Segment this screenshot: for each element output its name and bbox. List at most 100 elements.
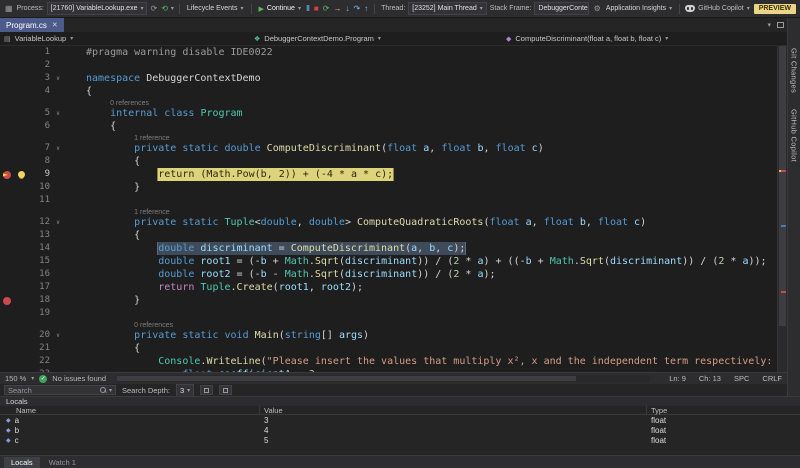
fold-chevron-icon[interactable]: ∨: [52, 216, 64, 229]
bottom-tab-watch-1[interactable]: Watch 1: [42, 457, 83, 468]
breakpoint-margin[interactable]: [0, 85, 16, 98]
code-line-6[interactable]: 6 {: [0, 120, 777, 133]
breakpoint-margin[interactable]: [0, 120, 16, 133]
editor-scrollbar[interactable]: [777, 46, 787, 372]
code-line-11[interactable]: 11: [0, 194, 777, 207]
code-line-9[interactable]: ► 9 return (Math.Pow(b, 2)) + (-4 * a * c…: [0, 168, 777, 181]
fold-chevron-icon[interactable]: ∨: [52, 107, 64, 120]
code-line-10[interactable]: 10 }: [0, 181, 777, 194]
code-line-5[interactable]: 5 ∨ internal class Program: [0, 107, 777, 120]
code-line-20[interactable]: 20 ∨ private static void Main(string[] ar…: [0, 329, 777, 342]
codelens-references-link[interactable]: 0 references: [134, 322, 173, 329]
horizontal-scrollbar-thumb[interactable]: [117, 376, 576, 381]
code-line-19[interactable]: 19: [0, 307, 777, 320]
chevron-down-icon[interactable]: ▾: [747, 5, 750, 12]
chevron-down-icon[interactable]: ▾: [31, 375, 34, 382]
code-line-3[interactable]: 3 ∨ namespace DebuggerContextDemo: [0, 72, 777, 85]
codelens-references-link[interactable]: 1 reference: [134, 135, 169, 142]
breadcrumb-type-dropdown[interactable]: ❖ DebuggerContextDemo.Program ▾: [254, 34, 506, 43]
bottom-tab-locals[interactable]: Locals: [4, 456, 40, 468]
breakpoint-margin[interactable]: [0, 255, 16, 268]
close-icon[interactable]: ✕: [52, 21, 58, 29]
spaces-indicator[interactable]: SPC: [734, 374, 749, 383]
stop-debugging-icon[interactable]: ■: [313, 2, 320, 16]
fold-chevron-icon[interactable]: ∨: [52, 329, 64, 342]
breadcrumb-project-dropdown[interactable]: ▤ VariableLookup ▾: [4, 34, 254, 43]
lifecycle-events-dropdown[interactable]: Lifecycle Events ▾: [185, 5, 246, 12]
panel-option-button[interactable]: [219, 385, 233, 395]
code-line-12[interactable]: 12 ∨ private static Tuple<double, double>…: [0, 216, 777, 229]
tab-program-cs[interactable]: Program.cs ✕: [0, 18, 64, 32]
process-dropdown[interactable]: [21760] VariableLookup.exe ▾: [46, 2, 148, 15]
search-depth-dropdown[interactable]: 3 ▾: [175, 383, 195, 397]
continue-button[interactable]: ▶ Continue ▾: [257, 5, 303, 13]
current-statement-glyph[interactable]: ►: [0, 168, 16, 181]
process-grid-icon[interactable]: ▦: [4, 2, 14, 16]
locals-row[interactable]: ◆ c 5 float: [0, 435, 800, 445]
breakpoint-glyph[interactable]: [0, 294, 16, 307]
breadcrumb-member-dropdown[interactable]: ◆ ComputeDiscriminant(float a, float b, f…: [506, 34, 783, 43]
code-editor[interactable]: 1 #pragma warning disable IDE0022 2 3 ∨ names…: [0, 46, 787, 372]
breakpoint-margin[interactable]: [0, 194, 16, 207]
column-header-type[interactable]: Type: [647, 406, 800, 415]
breakpoint-margin[interactable]: [0, 281, 16, 294]
code-line-4[interactable]: 4{: [0, 85, 777, 98]
breakpoint-margin[interactable]: [0, 242, 16, 255]
breakpoint-margin[interactable]: [0, 72, 16, 85]
horizontal-scrollbar[interactable]: [117, 375, 651, 382]
step-over-icon[interactable]: ↷: [352, 2, 361, 16]
code-line-2[interactable]: 2: [0, 59, 777, 72]
chevron-down-icon[interactable]: ▾: [171, 5, 174, 12]
code-line-15[interactable]: 15 double root1 = (-b + Math.Sqrt(discri…: [0, 255, 777, 268]
hot-reload-icon[interactable]: ⟲: [160, 2, 169, 16]
code-line-16[interactable]: 16 double root2 = (-b - Math.Sqrt(discri…: [0, 268, 777, 281]
refresh-icon[interactable]: ⟳: [149, 2, 158, 16]
side-tab-git-changes[interactable]: Git Changes: [790, 48, 799, 93]
search-input[interactable]: Search ▾: [4, 385, 116, 395]
side-tab-github-copilot[interactable]: GitHub Copilot: [790, 109, 799, 162]
document-list-dropdown-icon[interactable]: ▾: [764, 18, 774, 32]
breakpoint-margin[interactable]: [0, 342, 16, 355]
variable-value[interactable]: 4: [260, 426, 647, 435]
step-out-icon[interactable]: ↑: [363, 2, 369, 16]
fold-chevron-icon[interactable]: ∨: [52, 142, 64, 155]
thread-dropdown[interactable]: [23252] Main Thread ▾: [408, 2, 487, 15]
break-all-icon[interactable]: Ⅱ: [305, 2, 311, 16]
gear-icon[interactable]: ⚙: [593, 2, 602, 16]
code-line-22[interactable]: 22 Console.WriteLine("Please insert the …: [0, 355, 777, 368]
restart-icon[interactable]: ⟳: [322, 2, 331, 16]
fold-chevron-icon[interactable]: ∨: [52, 72, 64, 85]
locals-row[interactable]: ◆ b 4 float: [0, 425, 800, 435]
locals-title-bar[interactable]: Locals: [0, 396, 800, 406]
stack-frame-dropdown[interactable]: DebuggerContextDemo.Program.Comput▾: [534, 2, 589, 15]
code-line-17[interactable]: 17 return Tuple.Create(root1, root2);: [0, 281, 777, 294]
line-ending-indicator[interactable]: CRLF: [762, 374, 782, 383]
breakpoint-margin[interactable]: [0, 355, 16, 368]
code-line-7[interactable]: 7 ∨ private static double ComputeDiscrimi…: [0, 142, 777, 155]
lightbulb-icon[interactable]: [17, 171, 25, 178]
code-line-18[interactable]: 18 }: [0, 294, 777, 307]
step-into-icon[interactable]: ↓: [344, 2, 350, 16]
breakpoint-margin[interactable]: [0, 181, 16, 194]
code-line-8[interactable]: 8 {: [0, 155, 777, 168]
breakpoint-margin[interactable]: [0, 46, 16, 59]
breakpoint-margin[interactable]: [0, 155, 16, 168]
codelens-references-link[interactable]: 1 reference: [134, 209, 169, 216]
application-insights-dropdown[interactable]: Application Insights ▾: [604, 5, 674, 12]
breakpoint-margin[interactable]: [0, 368, 16, 372]
preview-badge[interactable]: PREVIEW: [753, 3, 796, 14]
breakpoint-margin[interactable]: [0, 329, 16, 342]
column-header-name[interactable]: Name: [0, 405, 260, 415]
panel-option-button[interactable]: [200, 385, 214, 395]
breakpoint-margin[interactable]: [0, 59, 16, 72]
variable-value[interactable]: 5: [260, 436, 647, 445]
issues-status[interactable]: No issues found: [52, 374, 106, 383]
code-line-1[interactable]: 1 #pragma warning disable IDE0022: [0, 46, 777, 59]
locals-row[interactable]: ◆ a 3 float: [0, 415, 800, 425]
code-line-21[interactable]: 21 {: [0, 342, 777, 355]
breakpoint-margin[interactable]: [0, 216, 16, 229]
window-layout-icon[interactable]: [774, 18, 787, 32]
code-line-13[interactable]: 13 {: [0, 229, 777, 242]
breakpoint-margin[interactable]: [0, 307, 16, 320]
show-next-statement-icon[interactable]: →: [332, 2, 342, 16]
